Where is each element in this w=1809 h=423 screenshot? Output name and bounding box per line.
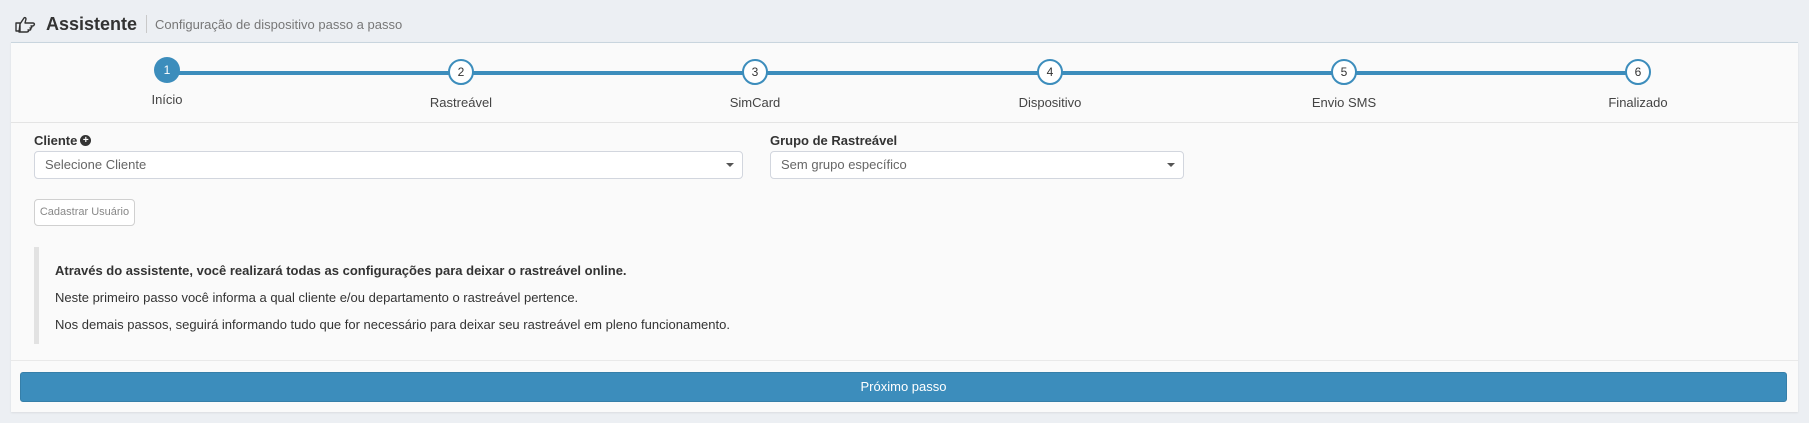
register-user-button[interactable]: Cadastrar Usuário [34, 199, 135, 226]
info-line-1: Através do assistente, você realizará to… [55, 263, 627, 278]
hand-pointer-icon [15, 16, 36, 33]
next-step-button[interactable]: Próximo passo [20, 372, 1787, 402]
group-select-value: Sem grupo específico [781, 157, 907, 172]
wizard-step-inicio[interactable]: 1 Início [107, 57, 227, 107]
chevron-down-icon [726, 163, 734, 167]
page-title: Assistente [46, 13, 138, 34]
step-label: Início [151, 92, 183, 107]
wizard-track [167, 71, 1637, 75]
step-number: 5 [1331, 59, 1357, 85]
step-number: 3 [742, 59, 768, 85]
page-header: Assistente Configuração de dispositivo p… [14, 12, 402, 36]
step-label: Finalizado [1608, 95, 1668, 110]
wizard-steps: 1 Início 2 Rastreável 3 SimCard 4 Dispos… [11, 43, 1798, 123]
wizard-step-dispositivo[interactable]: 4 Dispositivo [990, 59, 1110, 110]
client-select-placeholder: Selecione Cliente [45, 157, 147, 172]
info-callout: Através do assistente, você realizará to… [34, 247, 1039, 344]
info-line-2: Neste primeiro passo você informa a qual… [55, 290, 579, 305]
add-client-icon[interactable]: + [80, 135, 92, 146]
step-number: 6 [1625, 59, 1651, 85]
wizard-step-rastreavel[interactable]: 2 Rastreável [401, 59, 521, 110]
wizard-step-envio-sms[interactable]: 5 Envio SMS [1284, 59, 1404, 110]
group-label: Grupo de Rastreável [770, 133, 898, 148]
step-number: 4 [1037, 59, 1063, 85]
client-label-group: Cliente + [34, 133, 92, 148]
step-label: SimCard [729, 95, 781, 110]
chevron-down-icon [1167, 163, 1175, 167]
wizard-card: 1 Início 2 Rastreável 3 SimCard 4 Dispos… [11, 42, 1798, 412]
info-line-3: Nos demais passos, seguirá informando tu… [55, 317, 730, 332]
group-select[interactable]: Sem grupo específico [770, 151, 1184, 179]
step-number: 1 [154, 57, 180, 83]
client-select[interactable]: Selecione Cliente [34, 151, 743, 179]
step-number: 2 [448, 59, 474, 85]
wizard-step-finalizado[interactable]: 6 Finalizado [1578, 59, 1698, 110]
footer-divider [11, 360, 1798, 361]
header-separator [146, 15, 148, 33]
client-label: Cliente [34, 133, 78, 148]
step-label: Dispositivo [1018, 95, 1082, 110]
step-label: Envio SMS [1311, 95, 1377, 110]
page-subtitle: Configuração de dispositivo passo a pass… [155, 16, 403, 32]
step-label: Rastreável [429, 95, 493, 110]
group-label-wrap: Grupo de Rastreável [770, 133, 897, 148]
wizard-step-simcard[interactable]: 3 SimCard [695, 59, 815, 110]
